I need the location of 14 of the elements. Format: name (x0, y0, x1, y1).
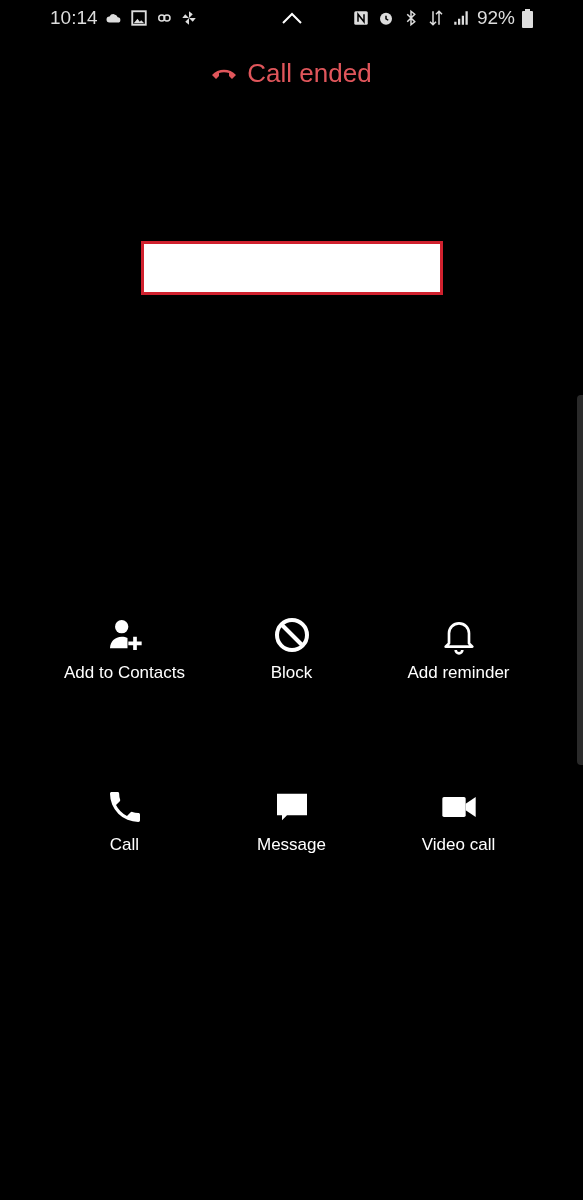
call-status-text: Call ended (247, 58, 372, 89)
image-icon (129, 9, 148, 27)
add-contact-button[interactable]: Add to Contacts (41, 615, 208, 683)
clock-time: 10:14 (50, 7, 98, 29)
edge-panel-handle[interactable] (577, 395, 583, 765)
nfc-icon (351, 9, 370, 27)
signal-icon (451, 9, 470, 27)
call-button[interactable]: Call (41, 787, 208, 855)
reminder-button[interactable]: Add reminder (375, 615, 542, 683)
battery-icon (522, 8, 533, 28)
video-button[interactable]: Video call (375, 787, 542, 855)
block-button[interactable]: Block (208, 615, 375, 683)
battery-percent: 92% (476, 7, 515, 29)
message-button[interactable]: Message (208, 787, 375, 855)
